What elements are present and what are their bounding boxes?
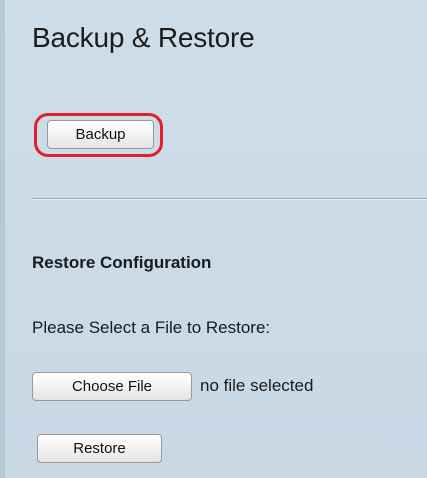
backup-button[interactable]: Backup <box>47 120 154 149</box>
page-title: Backup & Restore <box>32 22 255 53</box>
file-selection-status: no file selected <box>200 376 314 395</box>
panel-left-border <box>0 0 5 478</box>
restore-configuration-heading: Restore Configuration <box>32 253 212 272</box>
select-file-prompt: Please Select a File to Restore: <box>32 318 271 337</box>
choose-file-button[interactable]: Choose File <box>32 372 192 401</box>
content-panel <box>0 0 427 478</box>
section-divider <box>32 198 427 199</box>
restore-button[interactable]: Restore <box>37 434 162 463</box>
